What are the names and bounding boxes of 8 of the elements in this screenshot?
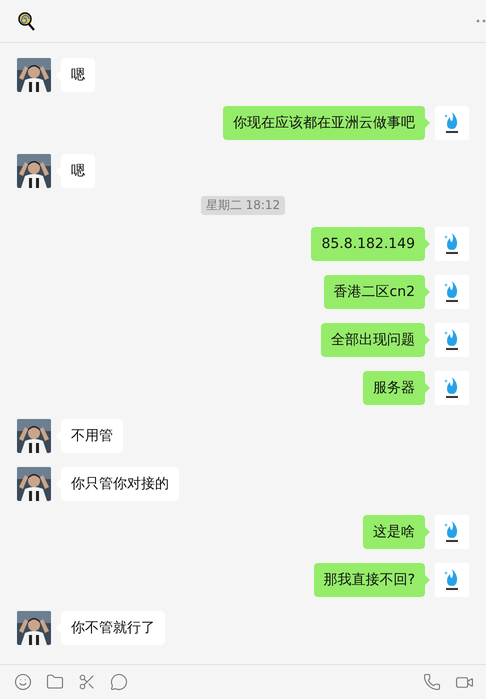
chat-icon[interactable]: [110, 673, 128, 691]
timestamp-label: 星期二 18:12: [200, 196, 286, 215]
emoji-icon[interactable]: [14, 673, 32, 691]
scissors-icon[interactable]: [78, 673, 96, 691]
phone-icon[interactable]: [423, 673, 441, 691]
more-icon[interactable]: [476, 19, 486, 23]
folder-icon[interactable]: [46, 673, 64, 691]
lollipop-icon[interactable]: [18, 12, 35, 30]
